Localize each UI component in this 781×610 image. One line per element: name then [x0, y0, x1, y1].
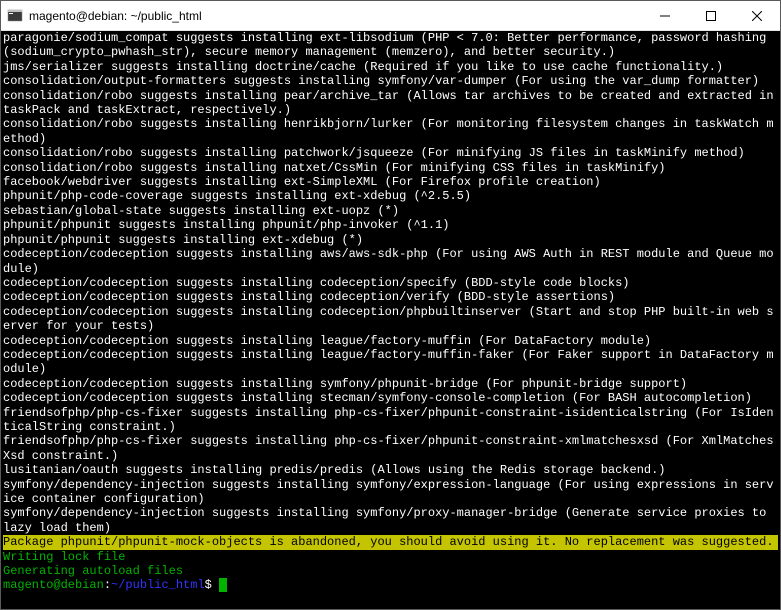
- terminal-body[interactable]: paragonie/sodium_compat suggests install…: [1, 31, 780, 609]
- terminal-line: Generating autoload files: [3, 564, 778, 578]
- terminal-line: consolidation/robo suggests installing n…: [3, 161, 778, 175]
- prompt-symbol: $: [205, 578, 219, 592]
- window-title: magento@debian: ~/public_html: [29, 9, 642, 23]
- terminal-line: consolidation/robo suggests installing p…: [3, 146, 778, 160]
- terminal-line: sebastian/global-state suggests installi…: [3, 204, 778, 218]
- terminal-line: Writing lock file: [3, 550, 778, 564]
- close-button[interactable]: [734, 1, 780, 30]
- prompt-path: ~/public_html: [111, 578, 205, 592]
- window-controls: [642, 1, 780, 30]
- terminal-line: jms/serializer suggests installing doctr…: [3, 60, 778, 74]
- maximize-button[interactable]: [688, 1, 734, 30]
- app-icon: [7, 8, 23, 24]
- terminal-line: phpunit/php-code-coverage suggests insta…: [3, 189, 778, 203]
- terminal-line: codeception/codeception suggests install…: [3, 377, 778, 391]
- prompt-separator: :: [104, 578, 111, 592]
- terminal-line: consolidation/robo suggests installing h…: [3, 117, 778, 146]
- terminal-line: lusitanian/oauth suggests installing pre…: [3, 463, 778, 477]
- prompt-user: magento@debian: [3, 578, 104, 592]
- terminal-line: codeception/codeception suggests install…: [3, 334, 778, 348]
- terminal-line: codeception/codeception suggests install…: [3, 391, 778, 405]
- terminal-line: facebook/webdriver suggests installing e…: [3, 175, 778, 189]
- terminal-line: friendsofphp/php-cs-fixer suggests insta…: [3, 434, 778, 463]
- terminal-line: phpunit/phpunit suggests installing ext-…: [3, 233, 778, 247]
- terminal-line: paragonie/sodium_compat suggests install…: [3, 31, 778, 60]
- terminal-line: consolidation/output-formatters suggests…: [3, 74, 778, 88]
- terminal-line: codeception/codeception suggests install…: [3, 305, 778, 334]
- terminal-line: codeception/codeception suggests install…: [3, 247, 778, 276]
- terminal-line: codeception/codeception suggests install…: [3, 348, 778, 377]
- terminal-line: phpunit/phpunit suggests installing phpu…: [3, 218, 778, 232]
- terminal-line: consolidation/robo suggests installing p…: [3, 89, 778, 118]
- terminal-line: Package phpunit/phpunit-mock-objects is …: [3, 535, 778, 549]
- terminal-prompt[interactable]: magento@debian:~/public_html$: [3, 578, 778, 592]
- terminal-window: magento@debian: ~/public_html paragonie/…: [0, 0, 781, 610]
- terminal-line: friendsofphp/php-cs-fixer suggests insta…: [3, 406, 778, 435]
- terminal-line: codeception/codeception suggests install…: [3, 290, 778, 304]
- minimize-button[interactable]: [642, 1, 688, 30]
- terminal-line: codeception/codeception suggests install…: [3, 276, 778, 290]
- terminal-line: symfony/dependency-injection suggests in…: [3, 506, 778, 535]
- cursor: [219, 578, 227, 592]
- titlebar[interactable]: magento@debian: ~/public_html: [1, 1, 780, 31]
- terminal-line: symfony/dependency-injection suggests in…: [3, 478, 778, 507]
